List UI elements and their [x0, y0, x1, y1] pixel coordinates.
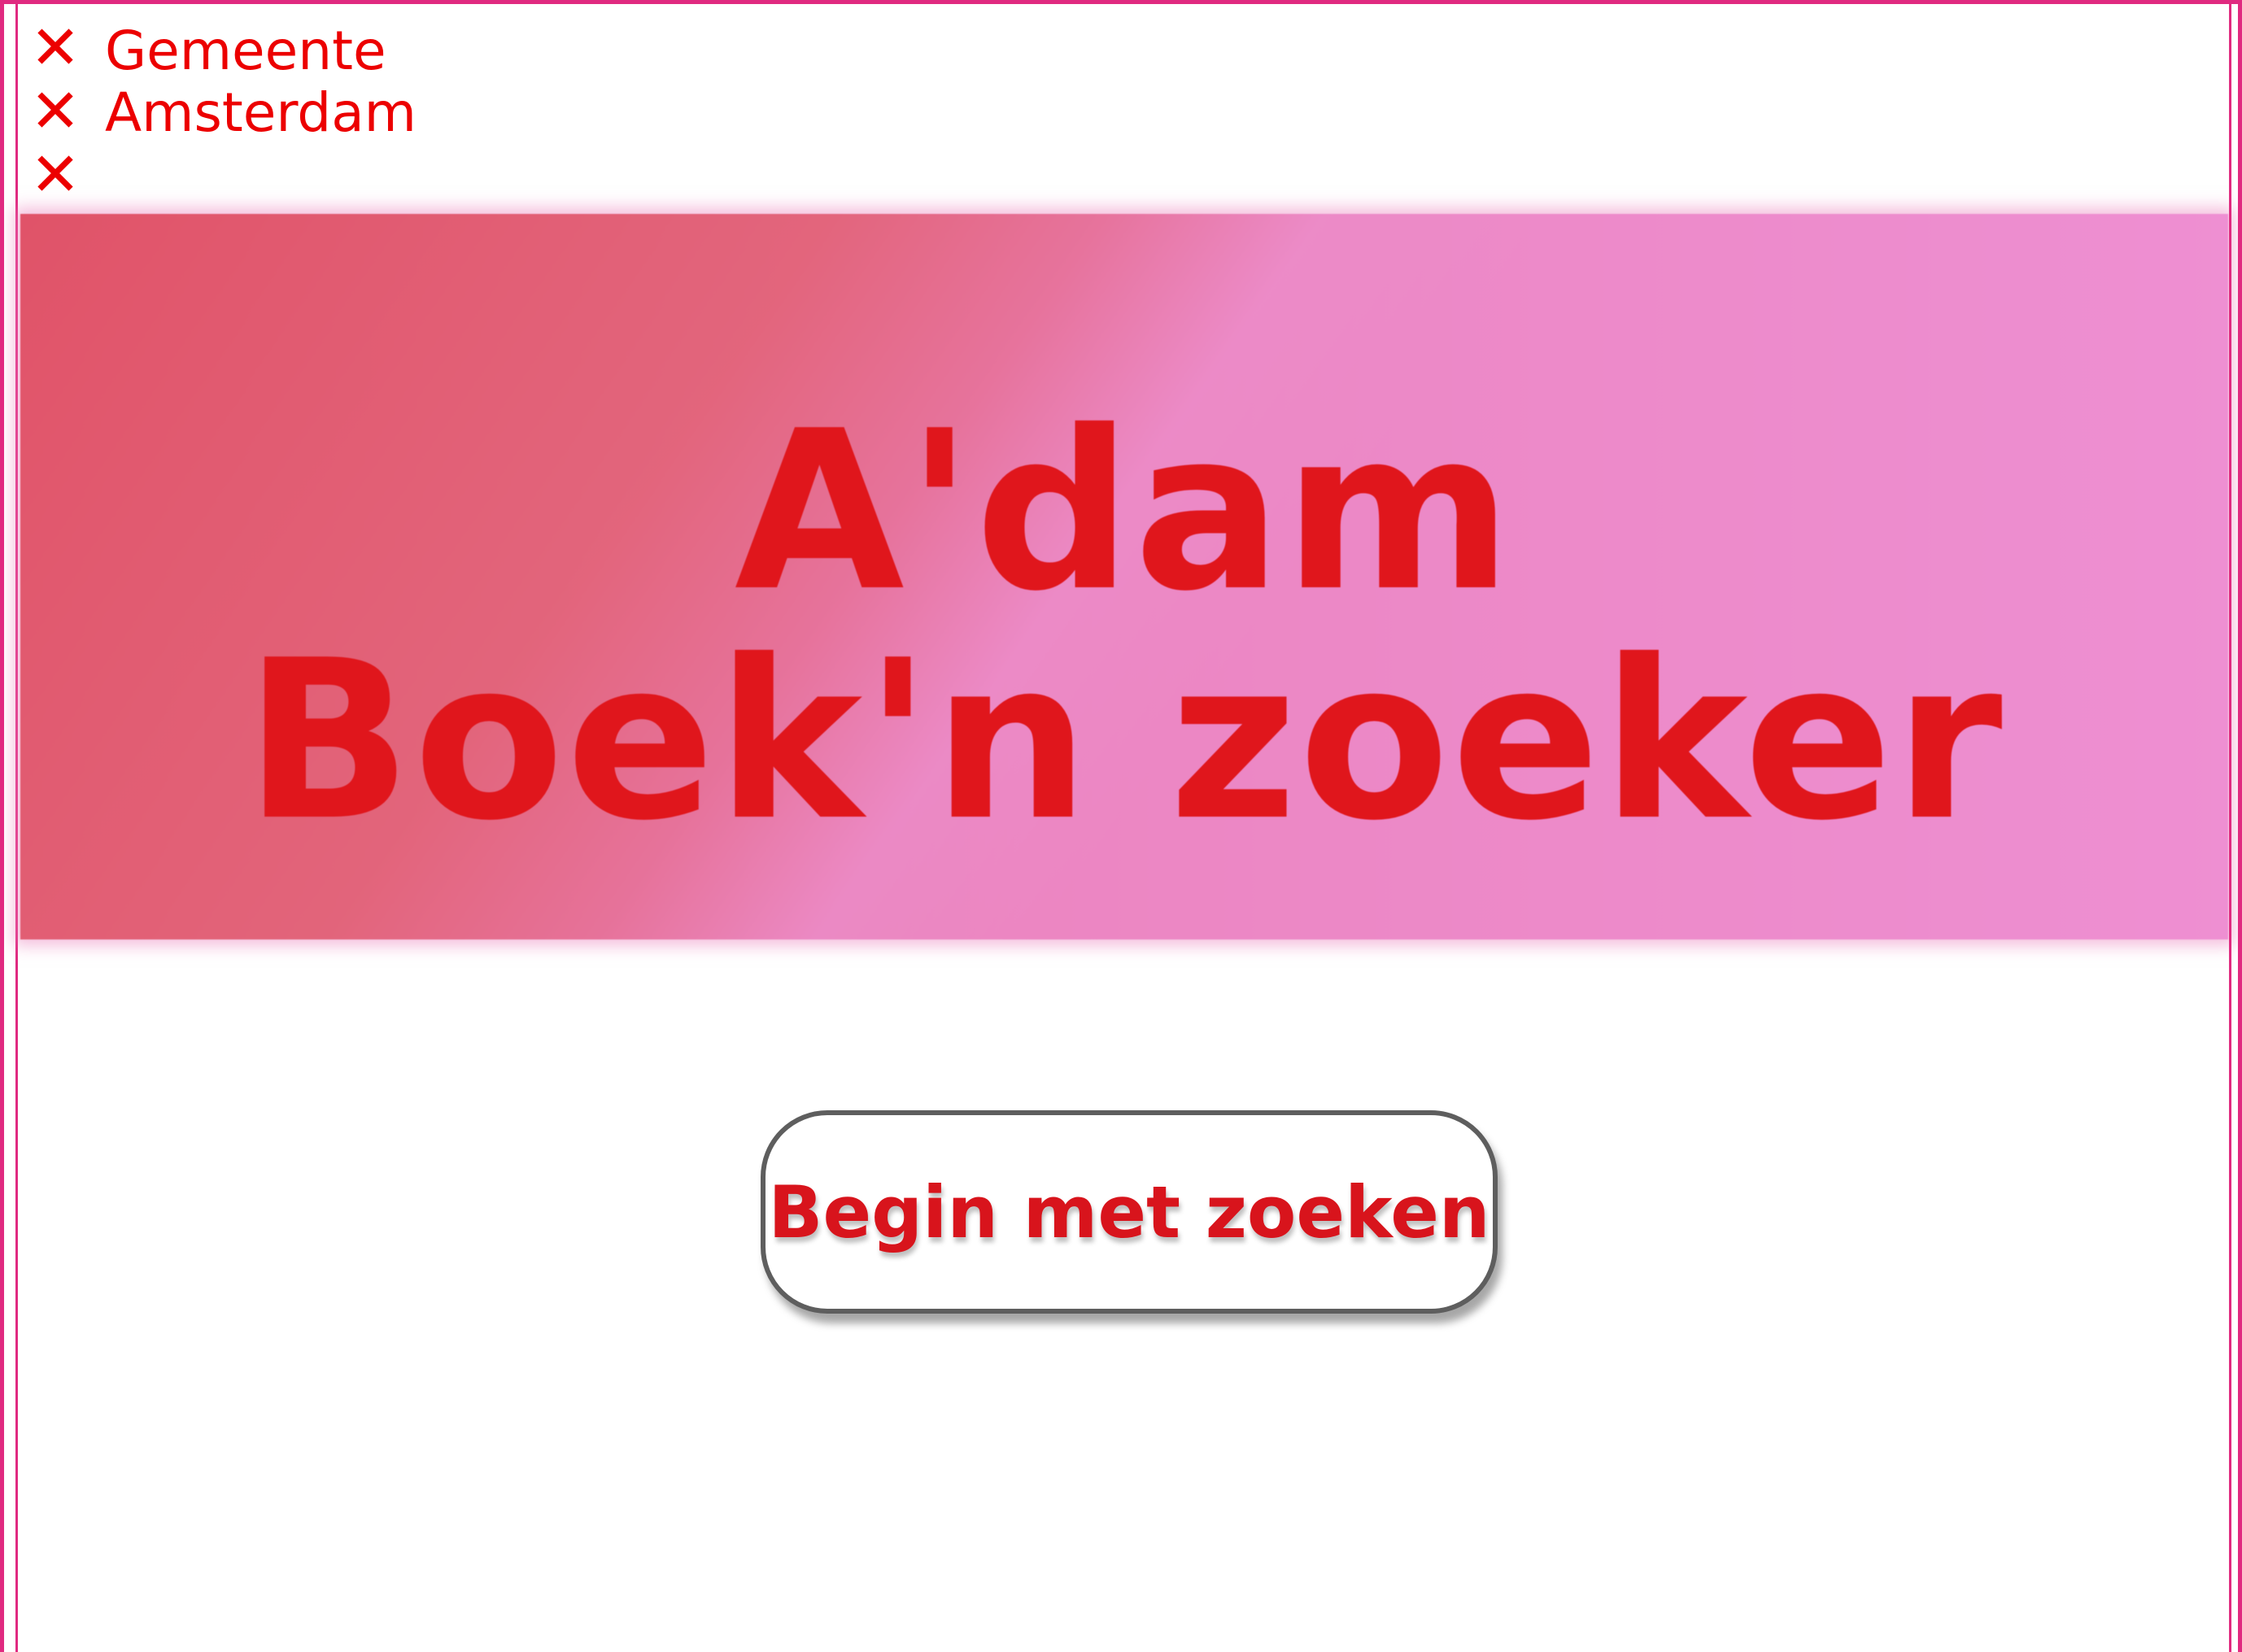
- cross-icon: ✕: [30, 76, 81, 146]
- hero-title: A'dam Boek'n zoeker: [20, 397, 2228, 856]
- logo-line-amsterdam: Amsterdam: [105, 81, 417, 144]
- andreas-crosses: ✕ ✕ ✕: [30, 13, 81, 210]
- cross-icon: ✕: [30, 13, 81, 83]
- logo-text: Gemeente Amsterdam: [105, 19, 417, 206]
- page-frame: ✕ ✕ ✕ Gemeente Amsterdam A'dam Boek'n zo…: [0, 0, 2242, 1652]
- logo-line-gemeente: Gemeente: [105, 20, 386, 82]
- hero-title-line-2: Boek'n zoeker: [244, 612, 2004, 869]
- hero-banner: A'dam Boek'n zoeker: [20, 214, 2228, 939]
- begin-search-button-label: Begin met zoeken: [768, 1170, 1490, 1254]
- hero-title-line-1: A'dam: [734, 383, 1515, 639]
- gemeente-amsterdam-logo[interactable]: ✕ ✕ ✕ Gemeente Amsterdam: [30, 13, 417, 210]
- cross-icon: ✕: [30, 140, 81, 210]
- begin-search-button[interactable]: Begin met zoeken: [761, 1110, 1498, 1314]
